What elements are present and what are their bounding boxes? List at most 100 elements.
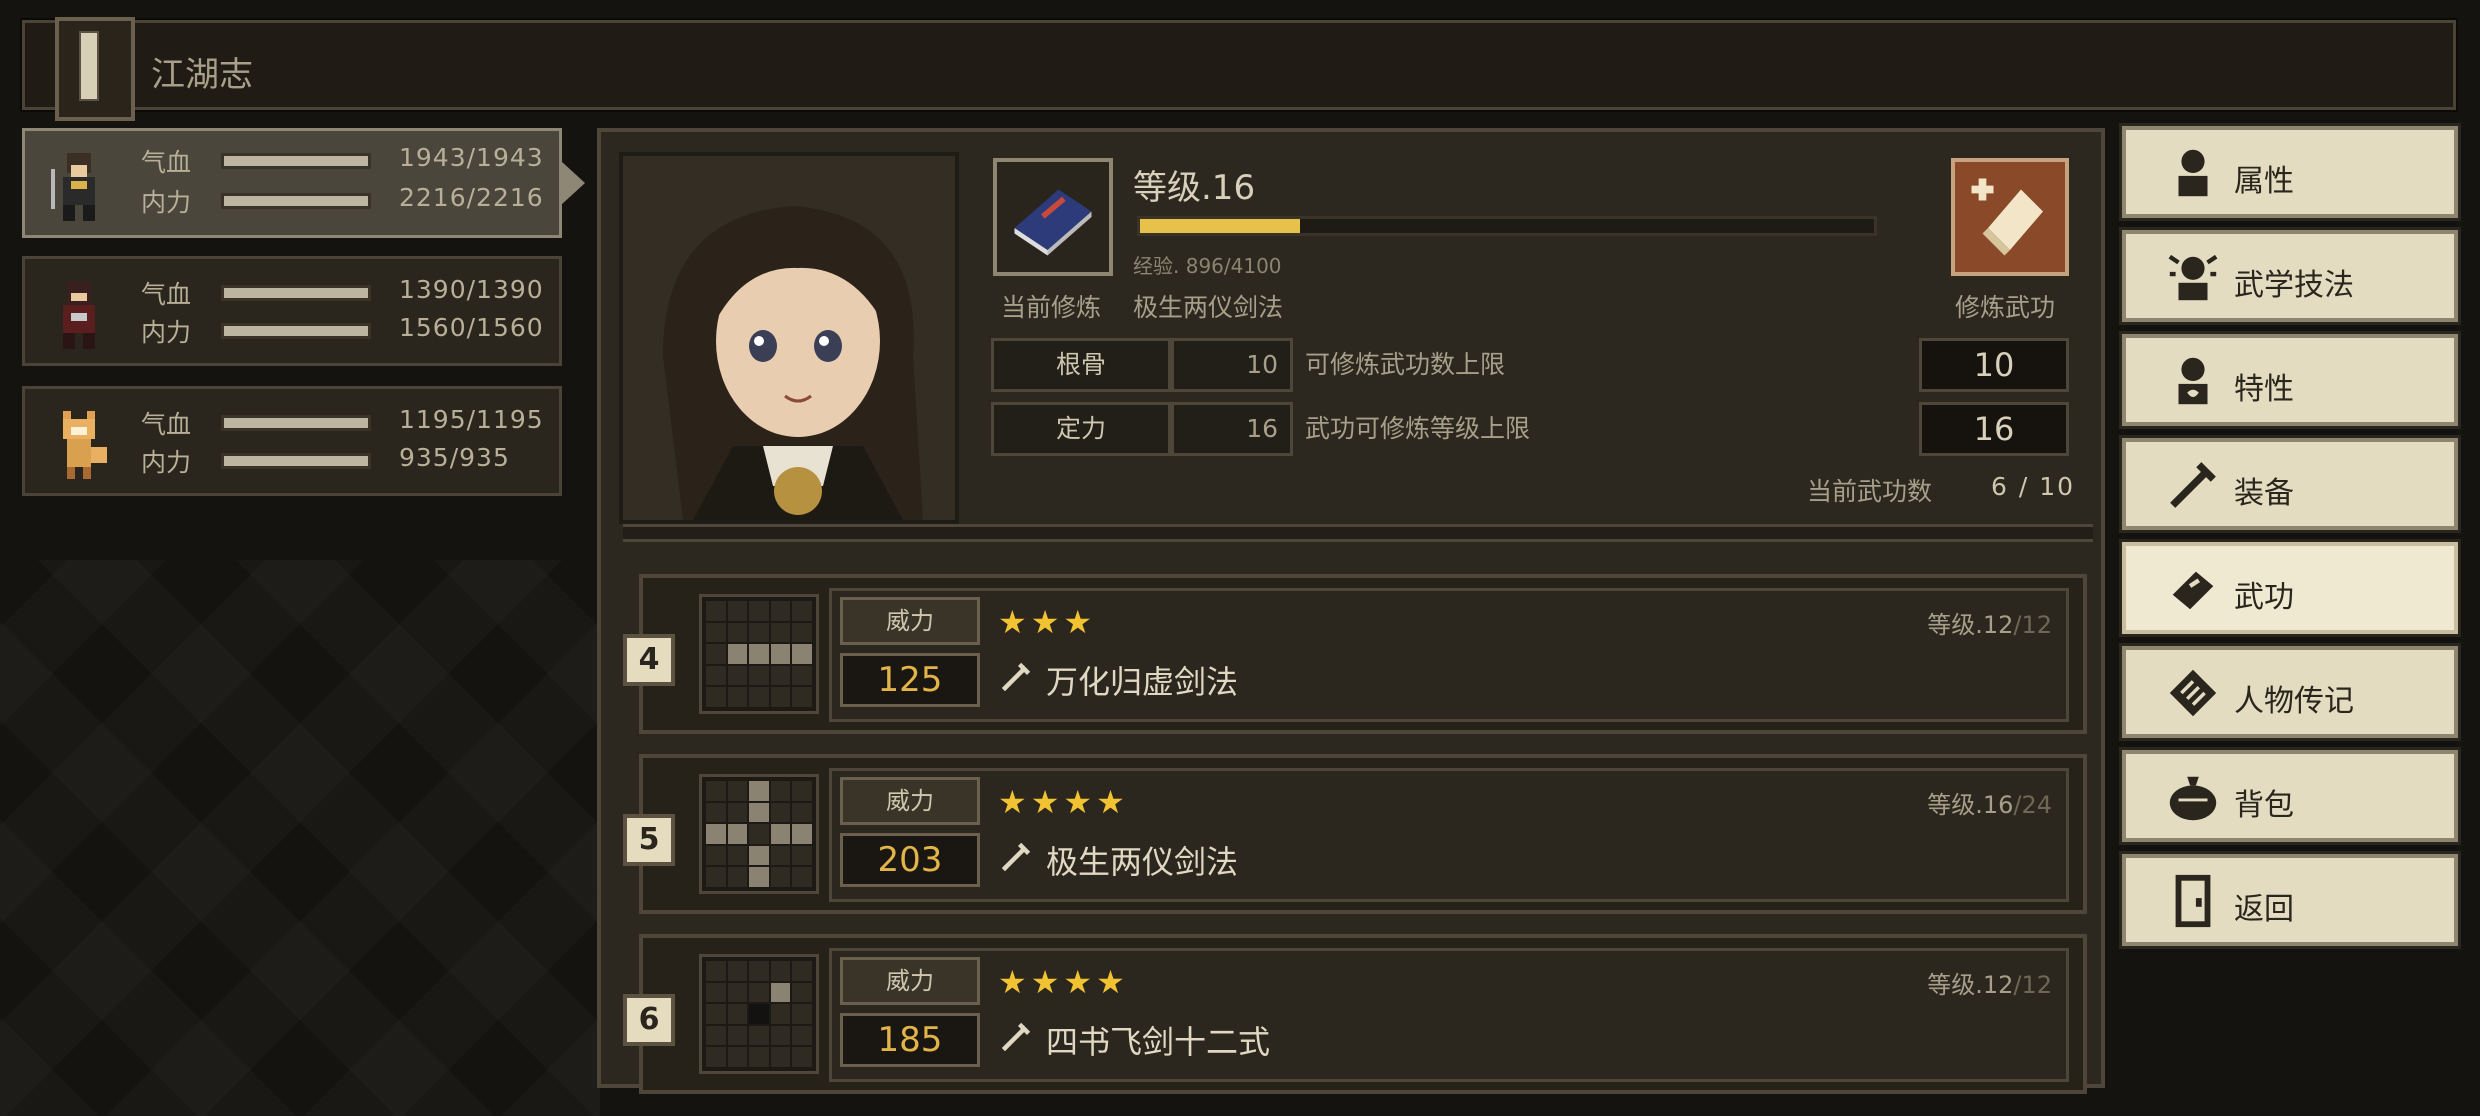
stat-desc: 可修炼武功数上限 xyxy=(1305,350,1506,379)
skill-slot-number: 6 xyxy=(623,994,675,1046)
mp-bar xyxy=(221,323,371,339)
bag-icon xyxy=(2169,776,2217,821)
hp-value: 1943/1943 xyxy=(399,143,544,172)
fox-avatar-icon xyxy=(63,411,107,479)
xp-text: 经验. 896/4100 xyxy=(1133,254,1282,278)
equipment-icon xyxy=(2170,462,2216,508)
skill-level-current: 等级.12 xyxy=(1927,971,2014,999)
biography-icon xyxy=(2169,669,2217,717)
menu-biography[interactable]: 人物传记 xyxy=(2119,643,2461,741)
skill-grid-pattern-icon xyxy=(699,954,819,1074)
train-scroll-icon xyxy=(1971,178,2043,256)
stat-max: 10 xyxy=(1919,338,2069,392)
divider xyxy=(623,524,2093,542)
background-pattern xyxy=(0,560,600,1116)
party-member-3[interactable]: 气血 1195/1195 内力 935/935 xyxy=(22,386,562,496)
hp-bar xyxy=(221,285,371,301)
skill-level: 等级.12/12 xyxy=(1927,965,2052,1000)
current-training-skill: 极生两仪剑法 xyxy=(1133,293,1284,322)
skill-name: 极生两仪剑法 xyxy=(1046,843,1239,881)
mp-value: 1560/1560 xyxy=(399,313,544,342)
power-value: 185 xyxy=(840,1013,980,1067)
xp-progress-fill xyxy=(1140,219,1300,233)
attribute-icon xyxy=(2178,149,2208,197)
stat-row-focus: 定力 16 武功可修炼等级上限 16 xyxy=(991,402,2069,456)
mp-bar xyxy=(221,453,371,469)
menu-traits[interactable]: 特性 xyxy=(2119,331,2461,429)
skill-count-value: 6 / 10 xyxy=(1991,472,2076,501)
character-portrait xyxy=(619,152,959,524)
current-training-label: 当前修炼 xyxy=(1001,293,1102,322)
cultivation-book-icon[interactable] xyxy=(993,158,1113,276)
menu-label: 返回 xyxy=(2234,892,2294,927)
hp-label: 气血 xyxy=(141,280,192,309)
menu-bag[interactable]: 背包 xyxy=(2119,747,2461,845)
power-label: 威力 xyxy=(840,777,980,825)
martial-arts-book-icon xyxy=(2172,571,2214,610)
title-bar: 江湖志 xyxy=(20,17,2458,121)
stat-value: 16 xyxy=(1171,402,1293,456)
star-rating: ★★★★ xyxy=(998,783,1129,821)
menu-martial-techniques[interactable]: 武学技法 xyxy=(2119,227,2461,325)
xp-progress-bar xyxy=(1137,216,1877,236)
martial-technique-icon xyxy=(2168,254,2218,301)
journal-icon xyxy=(55,17,135,121)
menu-equipment[interactable]: 装备 xyxy=(2119,435,2461,533)
skill-level-max: /12 xyxy=(2013,971,2052,999)
hp-value: 1195/1195 xyxy=(399,405,544,434)
party-member-1[interactable]: 气血 1943/1943 内力 2216/2216 xyxy=(22,128,585,238)
skill-slot-number: 5 xyxy=(623,814,675,866)
stat-max: 16 xyxy=(1919,402,2069,456)
menu-label: 属性 xyxy=(2234,164,2294,199)
mp-label: 内力 xyxy=(141,448,192,477)
stat-key: 定力 xyxy=(991,402,1171,456)
hp-label: 气血 xyxy=(141,148,192,177)
skill-count-label: 当前武功数 xyxy=(1807,477,1933,506)
skill-level-current: 等级.12 xyxy=(1927,611,2014,639)
menu-label: 武学技法 xyxy=(2234,268,2354,303)
mp-label: 内力 xyxy=(141,318,192,347)
skill-info: 威力 125 ★★★ 万化归虚剑法 等级.12/12 xyxy=(829,588,2069,722)
party-member-2[interactable]: 气血 1390/1390 内力 1560/1560 xyxy=(22,256,562,366)
star-rating: ★★★★ xyxy=(998,963,1129,1001)
skill-grid-pattern-icon xyxy=(699,594,819,714)
menu-return[interactable]: 返回 xyxy=(2119,851,2461,949)
swordsman-avatar-icon xyxy=(51,153,95,221)
menu-label: 特性 xyxy=(2234,372,2294,407)
skill-level-max: /12 xyxy=(2013,611,2052,639)
sword-icon xyxy=(1001,842,1031,872)
skill-level-max: /24 xyxy=(2013,791,2052,819)
skill-info: 威力 185 ★★★★ 四书飞剑十二式 等级.12/12 xyxy=(829,948,2069,1082)
hp-label: 气血 xyxy=(141,410,192,439)
skill-card-4[interactable]: 4 威力 125 ★★★ 万化归虚剑法 等级.12/12 xyxy=(623,574,2087,734)
ninja-avatar-icon xyxy=(63,281,95,349)
skill-level-current: 等级.16 xyxy=(1927,791,2014,819)
page-title: 江湖志 xyxy=(151,55,253,95)
mp-bar xyxy=(221,193,371,209)
sword-icon xyxy=(1001,662,1031,692)
menu-attributes[interactable]: 属性 xyxy=(2119,123,2461,221)
skill-card-5[interactable]: 5 威力 203 ★★★★ 极生两仪剑法 等级.16/24 xyxy=(623,754,2087,914)
menu-martial-arts[interactable]: 武功 xyxy=(2119,539,2461,637)
selection-arrow-icon xyxy=(561,161,585,205)
skill-name: 万化归虚剑法 xyxy=(1046,663,1239,701)
hp-value: 1390/1390 xyxy=(399,275,544,304)
train-skill-button[interactable] xyxy=(1951,158,2069,276)
menu-label: 人物传记 xyxy=(2234,684,2354,719)
sword-icon xyxy=(1001,1022,1031,1052)
hp-bar xyxy=(221,415,371,431)
power-label: 威力 xyxy=(840,957,980,1005)
power-value: 203 xyxy=(840,833,980,887)
train-skill-label: 修炼武功 xyxy=(1955,293,2056,322)
skill-grid-pattern-icon xyxy=(699,774,819,894)
skill-card-6[interactable]: 6 威力 185 ★★★★ 四书飞剑十二式 等级.12/12 xyxy=(623,934,2087,1094)
power-label: 威力 xyxy=(840,597,980,645)
skill-name: 四书飞剑十二式 xyxy=(1046,1023,1271,1061)
stat-row-bone: 根骨 10 可修炼武功数上限 10 xyxy=(991,338,2069,392)
character-level: 等级.16 xyxy=(1133,168,1256,208)
mp-value: 935/935 xyxy=(399,443,510,472)
skill-level: 等级.12/12 xyxy=(1927,605,2052,640)
stat-key: 根骨 xyxy=(991,338,1171,392)
skill-level: 等级.16/24 xyxy=(1927,785,2052,820)
skill-slot-number: 4 xyxy=(623,634,675,686)
